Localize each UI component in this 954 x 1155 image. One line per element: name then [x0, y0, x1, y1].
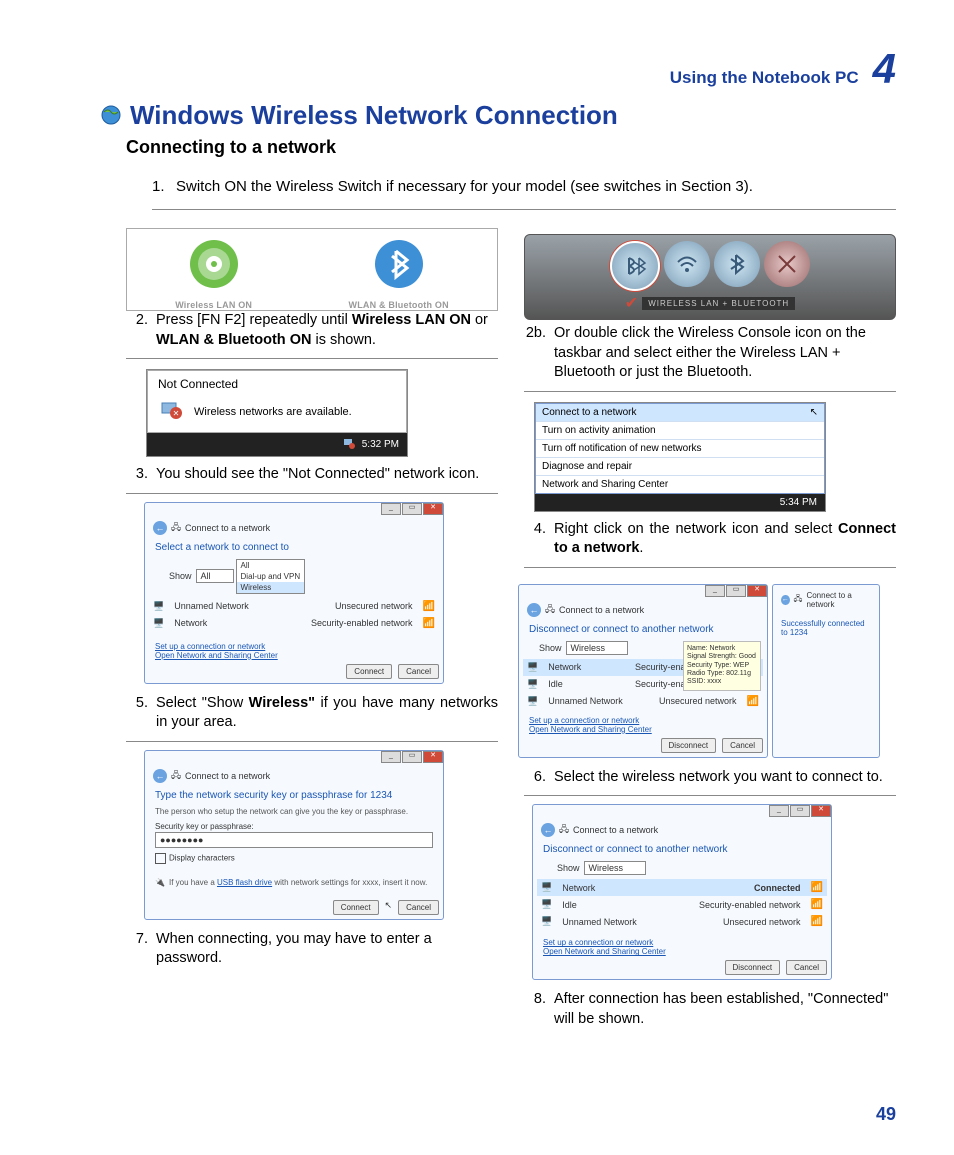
signal-icon: 📶: [811, 899, 823, 910]
cancel-button[interactable]: Cancel: [398, 900, 439, 915]
setup-link[interactable]: Set up a connection or network: [529, 716, 763, 725]
back-icon[interactable]: ←: [541, 823, 555, 837]
tray-time: 5:34 PM: [780, 497, 817, 508]
sharing-center-link[interactable]: Open Network and Sharing Center: [529, 725, 763, 734]
wireless-console-figure: ✔WIRELESS LAN + BLUETOOTH: [524, 234, 896, 320]
signal-icon: 📶: [811, 882, 823, 893]
chapter-title: Using the Notebook PC: [670, 68, 859, 88]
network-row[interactable]: 🖥️Unnamed NetworkUnsecured network📶: [149, 598, 439, 615]
setup-link[interactable]: Set up a connection or network: [543, 938, 827, 947]
network-row[interactable]: 🖥️IdleSecurity-enabled network📶: [537, 896, 827, 913]
chapter-header: Using the Notebook PC 4: [100, 48, 896, 90]
page-number: 49: [876, 1104, 896, 1125]
step-4: 4. Right click on the network icon and s…: [524, 520, 896, 559]
pc-icon: 🖥️: [541, 916, 552, 927]
signal-icon: 📶: [811, 916, 823, 927]
pc-icon: 🖥️: [541, 882, 552, 893]
menu-item[interactable]: Network and Sharing Center: [536, 476, 824, 493]
tray-time: 5:32 PM: [362, 439, 399, 450]
cancel-button[interactable]: Cancel: [398, 664, 439, 679]
page-title: Windows Wireless Network Connection: [130, 100, 618, 131]
signal-icon: 📶: [423, 618, 435, 629]
disconnect-button[interactable]: Disconnect: [725, 960, 781, 975]
network-globe-icon: ✕: [158, 397, 184, 426]
menu-item[interactable]: Turn on activity animation: [536, 422, 824, 440]
pc-icon: 🖥️: [527, 696, 538, 707]
network-row[interactable]: 🖥️NetworkSecurity-enabled network📶: [149, 615, 439, 632]
not-connected-figure: Not Connected ✕ Wireless networks are av…: [146, 369, 408, 457]
step-7: 7. When connecting, you may have to ente…: [126, 930, 498, 969]
back-icon[interactable]: ←: [153, 769, 167, 783]
setup-link[interactable]: Set up a connection or network: [155, 642, 439, 651]
display-chars-checkbox[interactable]: [155, 853, 166, 864]
show-dropdown[interactable]: Wireless: [566, 641, 629, 655]
disabled-icon[interactable]: [764, 241, 810, 287]
menu-connect[interactable]: Connect to a network↖: [536, 404, 824, 422]
connect-network-dialog-5: _▭✕ ← 🖧 Connect to a network Select a ne…: [144, 502, 444, 684]
disconnect-button[interactable]: Disconnect: [661, 738, 717, 753]
cursor-icon: ↖: [385, 900, 393, 915]
back-icon[interactable]: ←: [527, 603, 541, 617]
network-icon: 🖧: [545, 602, 555, 618]
wireless-lan-on-icon: [187, 237, 241, 296]
menu-item[interactable]: Turn off notification of new networks: [536, 440, 824, 458]
network-tooltip: Name: Network Signal Strength: Good Secu…: [683, 641, 761, 691]
cancel-button[interactable]: Cancel: [722, 738, 763, 753]
network-icon: 🖧: [559, 822, 569, 838]
pc-icon: 🖥️: [153, 601, 164, 612]
sharing-center-link[interactable]: Open Network and Sharing Center: [543, 947, 827, 956]
sharing-center-link[interactable]: Open Network and Sharing Center: [155, 651, 439, 660]
step-5: 5. Select "Show Wireless" if you have ma…: [126, 694, 498, 733]
signal-icon: 📶: [747, 696, 759, 707]
passphrase-dialog: _▭✕ ← 🖧 Connect to a network Type the ne…: [144, 750, 444, 920]
context-menu-figure: Connect to a network↖ Turn on activity a…: [534, 402, 826, 512]
network-icon: 🖧: [171, 520, 181, 536]
connected-dialog: _▭✕ ← 🖧 Connect to a network Disconnect …: [532, 804, 832, 980]
connect-network-dialog-6: _▭✕ ← 🖧 Connect to a network Disconnect …: [518, 584, 768, 758]
step-1: 1. Switch ON the Wireless Switch if nece…: [152, 178, 896, 210]
step-8: 8. After connection has been established…: [524, 990, 896, 1029]
chapter-number: 4: [873, 48, 896, 90]
osd-icons-figure: Wireless LAN ON WLAN & Bluetooth ON: [126, 228, 498, 311]
check-icon: ✔: [625, 293, 638, 313]
globe-network-icon: [100, 104, 122, 131]
network-row[interactable]: 🖥️Unnamed NetworkUnsecured network📶: [523, 693, 763, 710]
network-icon: 🖧: [171, 768, 181, 784]
usb-icon: 🔌: [155, 878, 165, 887]
menu-item[interactable]: Diagnose and repair: [536, 458, 824, 476]
back-icon[interactable]: ←: [153, 521, 167, 535]
bluetooth-icon[interactable]: [714, 241, 760, 287]
signal-icon: 📶: [423, 601, 435, 612]
svg-text:✕: ✕: [173, 409, 180, 418]
network-icon: 🖧: [794, 593, 803, 607]
pc-icon: 🖥️: [153, 618, 164, 629]
back-icon[interactable]: ←: [781, 595, 790, 605]
network-row[interactable]: 🖥️NetworkConnected📶: [537, 879, 827, 896]
success-dialog: ← 🖧 Connect to a network Successfully co…: [772, 584, 880, 758]
step-3: 3. You should see the "Not Connected" ne…: [126, 465, 498, 485]
show-dropdown[interactable]: All: [196, 569, 234, 583]
cursor-icon: ↖: [810, 407, 818, 418]
wlan-bluetooth-on-icon: [372, 237, 426, 296]
connect-button[interactable]: Connect: [333, 900, 379, 915]
show-dropdown[interactable]: Wireless: [584, 861, 647, 875]
tooltip-title: Not Connected: [158, 377, 396, 391]
pc-icon: 🖥️: [527, 679, 538, 690]
step-6: 6. Select the wireless network you want …: [524, 768, 896, 788]
wifi-bt-icon[interactable]: [610, 241, 660, 291]
step-2: 2. Press [FN F2] repeatedly until Wirele…: [126, 311, 498, 350]
page-subtitle: Connecting to a network: [126, 137, 896, 158]
cancel-button[interactable]: Cancel: [786, 960, 827, 975]
connect-button[interactable]: Connect: [346, 664, 392, 679]
wifi-icon[interactable]: [664, 241, 710, 287]
pc-icon: 🖥️: [527, 662, 538, 673]
network-row[interactable]: 🖥️Unnamed NetworkUnsecured network📶: [537, 913, 827, 930]
step-2b: 2b. Or double click the Wireless Console…: [524, 324, 896, 383]
passphrase-input[interactable]: ●●●●●●●●: [155, 832, 433, 848]
tray-network-icon[interactable]: [342, 436, 356, 453]
pc-icon: 🖥️: [541, 899, 552, 910]
